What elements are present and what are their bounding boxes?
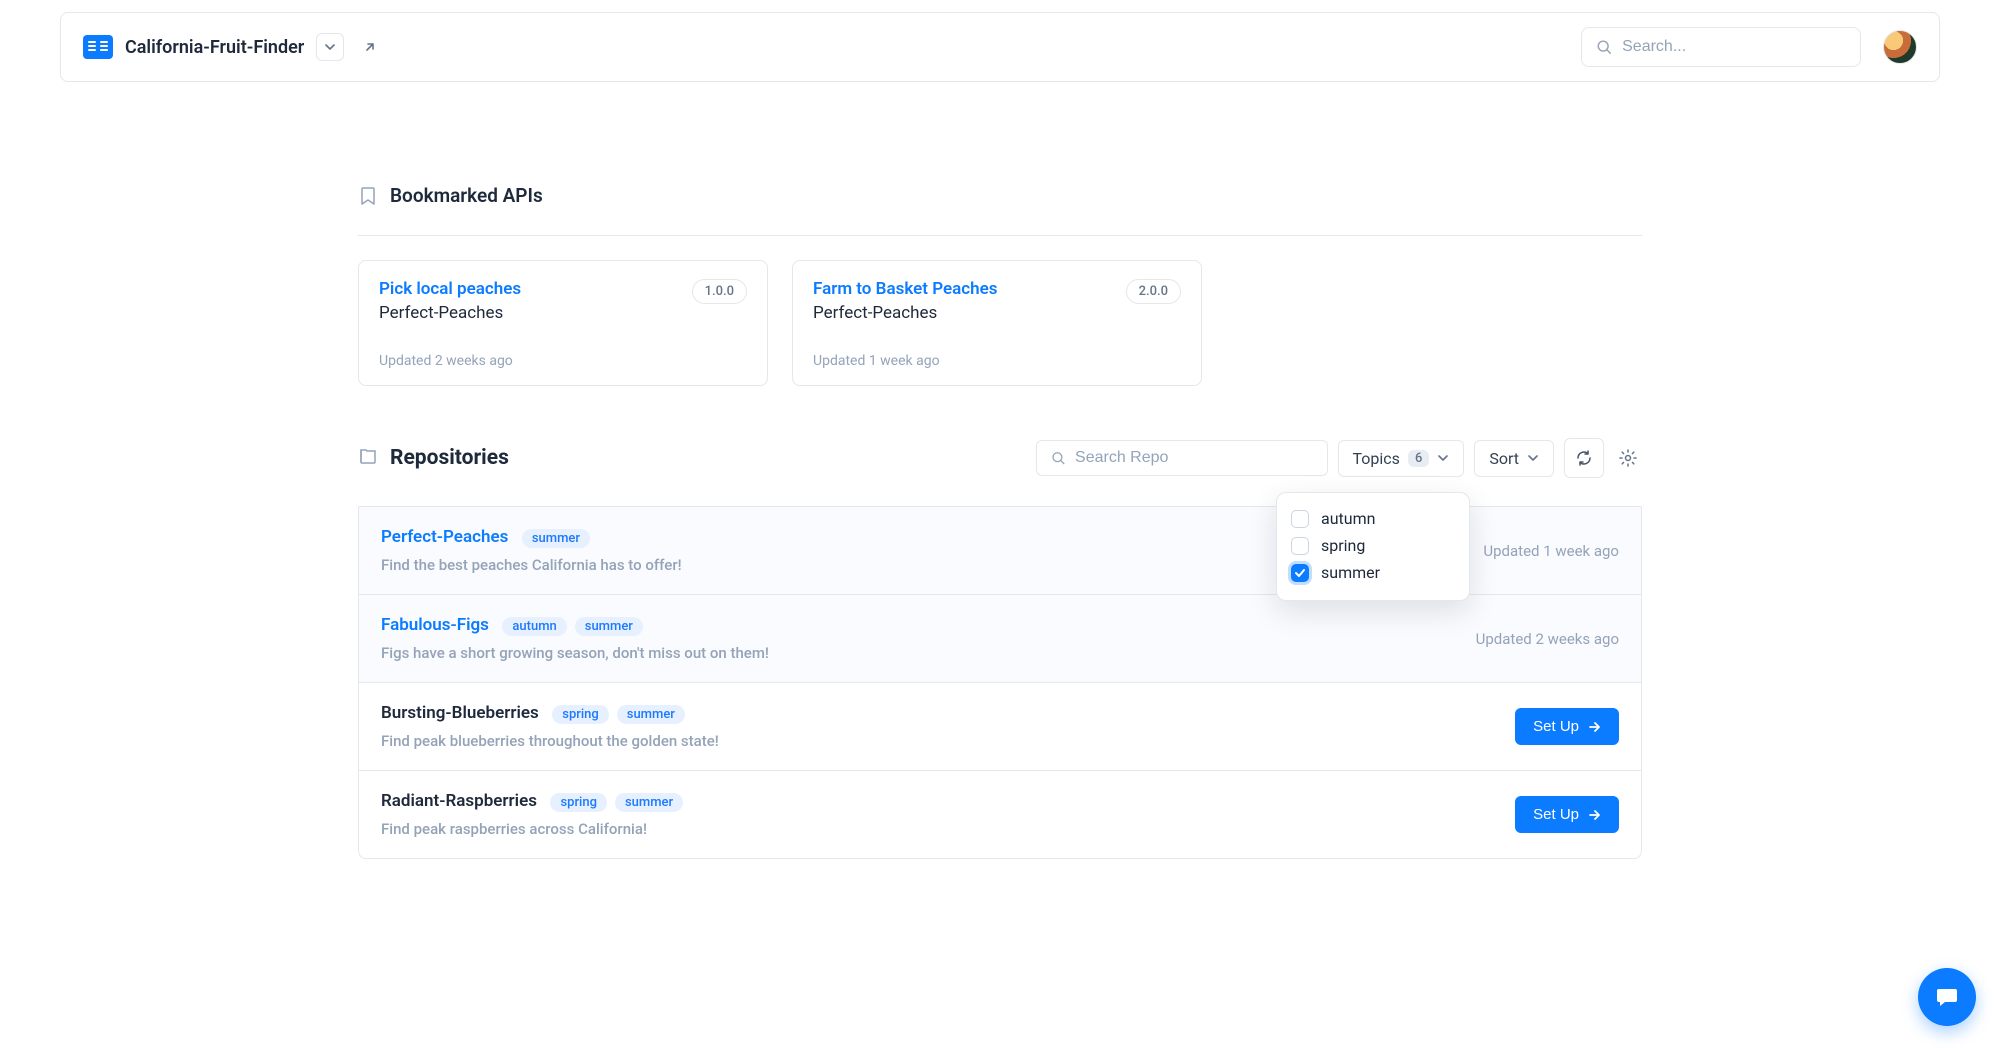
bookmarked-title: Bookmarked APIs [390, 184, 543, 207]
sort-button[interactable]: Sort [1474, 440, 1554, 477]
repositories-controls: Topics 6 Sort [1036, 438, 1642, 478]
card-title[interactable]: Pick local peaches [379, 279, 521, 299]
repo-item: Bursting-Blueberries spring summer Find p… [359, 683, 1641, 771]
card-subtitle: Perfect-Peaches [379, 303, 521, 323]
project-switcher-button[interactable] [316, 33, 344, 61]
topics-option-label: summer [1321, 563, 1380, 582]
search-icon [1051, 450, 1066, 466]
repo-updated: Updated 2 weeks ago [1476, 630, 1619, 648]
repo-description: Figs have a short growing season, don't … [381, 644, 769, 662]
setup-button[interactable]: Set Up [1515, 708, 1619, 745]
topic-tag[interactable]: spring [552, 705, 609, 724]
topic-tag[interactable]: autumn [502, 617, 566, 636]
setup-button[interactable]: Set Up [1515, 796, 1619, 833]
settings-button[interactable] [1614, 444, 1642, 472]
topbar: California-Fruit-Finder [60, 12, 1940, 82]
version-badge: 1.0.0 [692, 279, 747, 304]
checkbox-icon [1291, 564, 1309, 582]
topics-count-badge: 6 [1408, 450, 1429, 467]
arrow-right-icon [1587, 808, 1601, 822]
chat-icon [1933, 983, 1961, 1011]
repo-name[interactable]: Radiant-Raspberries [381, 791, 537, 811]
open-external-button[interactable] [356, 33, 384, 61]
topics-option-label: autumn [1321, 509, 1375, 528]
refresh-icon [1575, 449, 1593, 467]
card-title[interactable]: Farm to Basket Peaches [813, 279, 998, 299]
repo-name[interactable]: Perfect-Peaches [381, 527, 508, 547]
main-content: Bookmarked APIs Pick local peaches Perfe… [358, 184, 1642, 859]
bookmarked-cards: Pick local peaches Perfect-Peaches 1.0.0… [358, 260, 1642, 386]
version-badge: 2.0.0 [1126, 279, 1181, 304]
topbar-left: California-Fruit-Finder [83, 33, 384, 61]
bookmarked-card[interactable]: Pick local peaches Perfect-Peaches 1.0.0… [358, 260, 768, 386]
app-logo-icon [83, 35, 113, 59]
topic-tag[interactable]: summer [615, 793, 683, 812]
chevron-down-icon [1437, 452, 1449, 464]
topbar-right [1581, 27, 1917, 67]
chevron-down-icon [1527, 452, 1539, 464]
repo-description: Find peak blueberries throughout the gol… [381, 732, 719, 750]
checkbox-icon [1291, 537, 1309, 555]
project-name[interactable]: California-Fruit-Finder [125, 37, 304, 58]
arrow-up-right-icon [363, 40, 377, 54]
topics-option-label: spring [1321, 536, 1365, 555]
topics-dropdown: autumn spring summer [1276, 492, 1470, 601]
repo-item: Fabulous-Figs autumn summer Figs have a s… [359, 595, 1641, 683]
topics-option[interactable]: autumn [1291, 505, 1451, 532]
topic-tag[interactable]: spring [550, 793, 607, 812]
bookmarked-card[interactable]: Farm to Basket Peaches Perfect-Peaches 2… [792, 260, 1202, 386]
chevron-down-icon [324, 41, 336, 53]
repo-item: Radiant-Raspberries spring summer Find pe… [359, 771, 1641, 858]
global-search[interactable] [1581, 27, 1861, 67]
topic-tag[interactable]: summer [617, 705, 685, 724]
card-updated: Updated 1 week ago [813, 353, 1181, 369]
checkbox-icon [1291, 510, 1309, 528]
card-updated: Updated 2 weeks ago [379, 353, 747, 369]
topics-filter-button[interactable]: Topics 6 [1338, 440, 1465, 477]
bookmark-icon [358, 186, 378, 206]
topic-tag[interactable]: summer [522, 529, 590, 548]
bookmarked-section-head: Bookmarked APIs [358, 184, 1642, 236]
topic-tag[interactable]: summer [575, 617, 643, 636]
repo-search[interactable] [1036, 440, 1328, 476]
repo-name[interactable]: Fabulous-Figs [381, 615, 489, 635]
topics-label: Topics [1353, 449, 1400, 468]
repo-search-input[interactable] [1075, 449, 1313, 467]
topics-option[interactable]: spring [1291, 532, 1451, 559]
repo-updated: Updated 1 week ago [1483, 542, 1619, 560]
repo-name[interactable]: Bursting-Blueberries [381, 703, 539, 723]
repo-icon [358, 446, 378, 470]
arrow-right-icon [1587, 720, 1601, 734]
topics-option[interactable]: summer [1291, 559, 1451, 586]
repo-description: Find the best peaches California has to … [381, 556, 682, 574]
sort-label: Sort [1489, 449, 1519, 468]
search-icon [1596, 38, 1612, 56]
repo-description: Find peak raspberries across California! [381, 820, 683, 838]
card-subtitle: Perfect-Peaches [813, 303, 998, 323]
global-search-input[interactable] [1622, 38, 1846, 56]
gear-icon [1618, 448, 1638, 468]
avatar[interactable] [1883, 30, 1917, 64]
repositories-title: Repositories [390, 446, 509, 470]
repositories-section-head: Repositories Topics 6 Sort [358, 438, 1642, 507]
refresh-button[interactable] [1564, 438, 1604, 478]
support-chat-button[interactable] [1918, 968, 1976, 1026]
